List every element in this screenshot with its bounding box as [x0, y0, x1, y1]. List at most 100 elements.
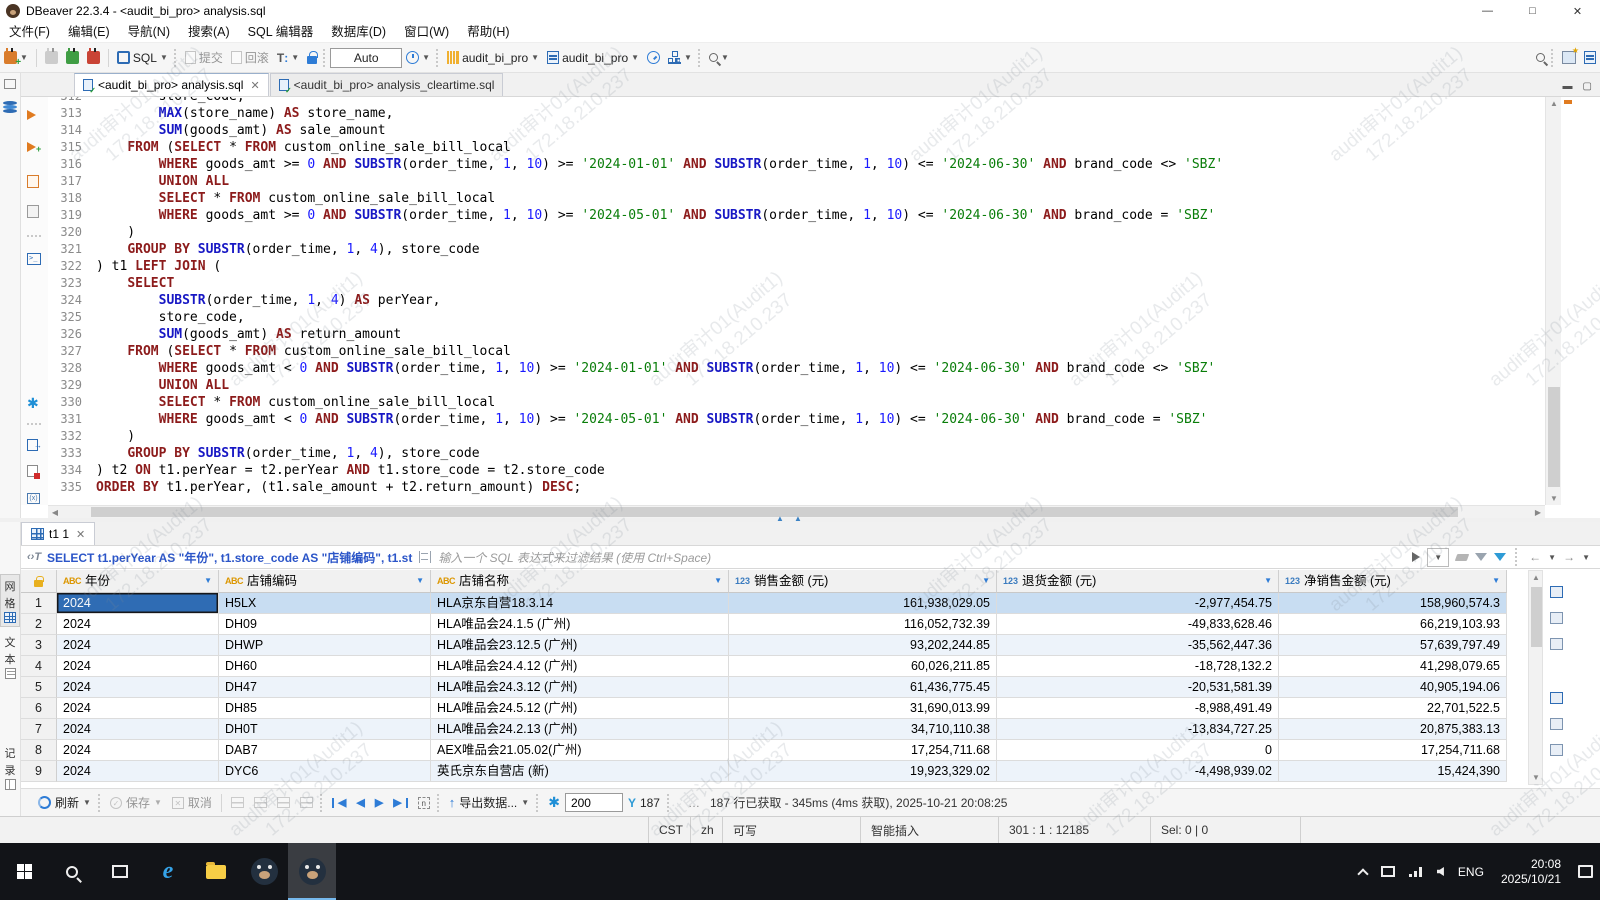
table-cell[interactable]: HLA京东自营18.3.14	[431, 593, 729, 614]
code-line[interactable]: 320 )	[48, 224, 1223, 241]
reconnect-button[interactable]	[62, 46, 83, 70]
close-results-icon[interactable]: ✕	[76, 528, 85, 541]
save-button[interactable]: ✓ 保存 ▼	[105, 791, 167, 815]
table-cell[interactable]: DH85	[219, 698, 431, 719]
connect-button[interactable]	[41, 46, 62, 70]
table-cell[interactable]: 158,960,574.3	[1279, 593, 1507, 614]
disconnect-button[interactable]	[83, 46, 104, 70]
delete-row-button[interactable]	[272, 791, 295, 815]
table-cell[interactable]: 31,690,013.99	[729, 698, 997, 719]
table-cell[interactable]: 17,254,711.68	[729, 740, 997, 761]
table-cell[interactable]: DH0T	[219, 719, 431, 740]
commit-button[interactable]: 提交	[181, 46, 227, 70]
execute-query-button[interactable]	[27, 109, 36, 123]
scroll-down-icon[interactable]: ▼	[1546, 494, 1562, 503]
transaction-log-button[interactable]: ▼	[402, 46, 434, 70]
table-cell[interactable]: 2024	[57, 719, 219, 740]
table-cell[interactable]: DH47	[219, 677, 431, 698]
minimize-editor-icon[interactable]: ▬	[1563, 81, 1573, 92]
table-cell[interactable]: 2024	[57, 740, 219, 761]
editor-tab[interactable]: <audit_bi_pro> analysis_cleartime.sql	[269, 73, 504, 96]
table-cell[interactable]: 2024	[57, 677, 219, 698]
code-line[interactable]: 316 WHERE goods_amt >= 0 AND SUBSTR(orde…	[48, 156, 1223, 173]
aggregate-panel-icon[interactable]	[1550, 692, 1563, 704]
table-cell[interactable]: -18,728,132.2	[997, 656, 1279, 677]
explain-plan-button[interactable]	[27, 205, 39, 221]
menu-item[interactable]: 帮助(H)	[458, 22, 518, 43]
scroll-right-icon[interactable]: ▶	[1531, 508, 1545, 517]
edit-row-button[interactable]	[295, 791, 318, 815]
table-cell[interactable]: -35,562,447.36	[997, 635, 1279, 656]
table-cell[interactable]: 19,923,329.02	[729, 761, 997, 782]
row-number[interactable]: 3	[21, 635, 57, 656]
clear-filter-icon[interactable]	[1454, 553, 1470, 561]
code-line[interactable]: 334) t2 ON t1.perYear = t2.perYear AND t…	[48, 462, 1223, 479]
menu-item[interactable]: SQL 编辑器	[239, 22, 323, 43]
taskbar-clock[interactable]: 20:08 2025/10/21	[1491, 843, 1571, 900]
menu-item[interactable]: 文件(F)	[0, 22, 59, 43]
scroll-up-icon[interactable]: ▲	[1546, 99, 1562, 108]
script-errors-button[interactable]	[27, 465, 40, 480]
table-cell[interactable]: -13,834,727.25	[997, 719, 1279, 740]
filter-outline-icon[interactable]	[1475, 553, 1488, 561]
internet-explorer-button[interactable]: e	[144, 843, 192, 900]
table-cell[interactable]: DH60	[219, 656, 431, 677]
code-line[interactable]: 322) t1 LEFT JOIN (	[48, 258, 1223, 275]
tray-expand-button[interactable]	[1352, 843, 1374, 900]
row-number[interactable]: 7	[21, 719, 57, 740]
menu-item[interactable]: 搜索(A)	[179, 22, 239, 43]
row-number[interactable]: 6	[21, 698, 57, 719]
results-vertical-scrollbar[interactable]: ▲ ▼	[1528, 570, 1543, 785]
dashboard-button[interactable]	[643, 46, 664, 70]
transaction-lock-button[interactable]	[303, 46, 321, 70]
task-view-button[interactable]	[96, 843, 144, 900]
row-number[interactable]: 9	[21, 761, 57, 782]
apply-filter-icon[interactable]	[1412, 552, 1421, 562]
table-cell[interactable]: 61,436,775.45	[729, 677, 997, 698]
code-line[interactable]: 313 MAX(store_name) AS store_name,	[48, 105, 1223, 122]
table-cell[interactable]: 2024	[57, 698, 219, 719]
code-line[interactable]: 317 UNION ALL	[48, 173, 1223, 190]
maximize-editor-icon[interactable]: ▢	[1583, 81, 1592, 92]
minimize-button[interactable]: —	[1465, 0, 1510, 22]
row-number[interactable]: 4	[21, 656, 57, 677]
row-number[interactable]: 1	[21, 593, 57, 614]
table-cell[interactable]: AEX唯品会21.05.02(广州)	[431, 740, 729, 761]
schema-selector[interactable]: audit_bi_pro ▼	[543, 46, 643, 70]
column-header[interactable]: ABC 店铺名称 ▼	[431, 570, 729, 593]
result-grid[interactable]: ABC 年份 ▼ ABC 店铺编码 ▼ ABC 店铺名称 ▼ 123 销售金额 (元) ▼ 123 退货金…	[21, 570, 1507, 782]
table-cell[interactable]: 20,875,383.13	[1279, 719, 1507, 740]
table-cell[interactable]: HLA唯品会24.3.12 (广州)	[431, 677, 729, 698]
database-selector[interactable]: audit_bi_pro ▼	[443, 46, 543, 70]
open-console-button[interactable]: >_	[27, 249, 41, 265]
table-cell[interactable]: 2024	[57, 656, 219, 677]
tray-volume-button[interactable]	[1430, 843, 1451, 900]
row-number[interactable]: 2	[21, 614, 57, 635]
table-cell[interactable]: 22,701,522.5	[1279, 698, 1507, 719]
table-cell[interactable]: 2024	[57, 593, 219, 614]
row-number[interactable]: 5	[21, 677, 57, 698]
prev-page-button[interactable]: ◀	[351, 791, 369, 815]
column-header[interactable]: ABC 店铺编码 ▼	[219, 570, 431, 593]
code-line[interactable]: 312 store_code,	[48, 97, 1223, 105]
scroll-left-icon[interactable]: ◀	[48, 508, 62, 517]
notification-center-button[interactable]	[1571, 843, 1600, 900]
table-cell[interactable]: -49,833,628.46	[997, 614, 1279, 635]
editor-vertical-scrollbar[interactable]: ▲ ▼	[1545, 97, 1561, 505]
result-settings-button[interactable]: ✱	[543, 791, 565, 815]
refresh-button[interactable]: 刷新 ▼	[33, 791, 96, 815]
rollback-button[interactable]: 回滚	[227, 46, 273, 70]
code-line[interactable]: 325 store_code,	[48, 309, 1223, 326]
scrollbar-thumb[interactable]	[91, 507, 1458, 517]
table-cell[interactable]: HLA唯品会24.5.12 (广州)	[431, 698, 729, 719]
code-line[interactable]: 328 WHERE goods_amt < 0 AND SUBSTR(order…	[48, 360, 1223, 377]
row-count-button[interactable]: Y 187	[623, 791, 665, 815]
table-cell[interactable]: 93,202,244.85	[729, 635, 997, 656]
column-header[interactable]: ABC 年份 ▼	[57, 570, 219, 593]
code-line[interactable]: 321 GROUP BY SUBSTR(order_time, 1, 4), s…	[48, 241, 1223, 258]
menu-item[interactable]: 数据库(D)	[322, 22, 395, 43]
fetch-next-button[interactable]: ▶	[388, 791, 412, 815]
toolbar-overflow[interactable]: …	[688, 796, 700, 810]
parameters-button[interactable]: (x)	[27, 489, 40, 504]
first-page-button[interactable]: ◀	[327, 791, 351, 815]
